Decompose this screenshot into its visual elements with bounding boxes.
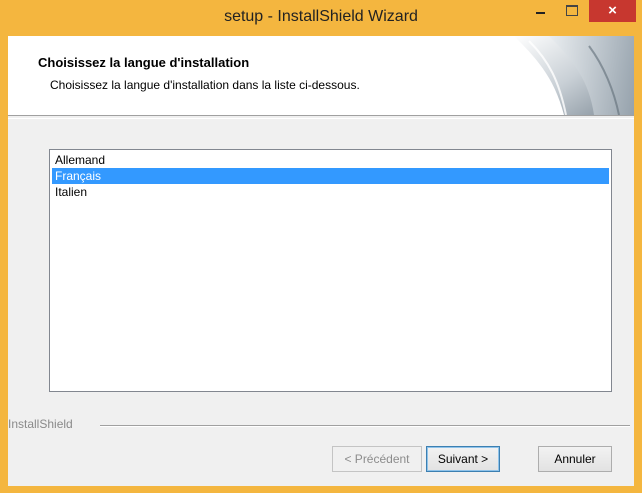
language-option[interactable]: Allemand bbox=[52, 152, 609, 168]
back-button[interactable]: < Précédent bbox=[332, 446, 422, 472]
page-title: Choisissez la langue d'installation bbox=[38, 55, 250, 70]
brand-label: InstallShield bbox=[8, 417, 73, 431]
installer-window: setup - InstallShield Wizard × Choisisse… bbox=[0, 0, 642, 493]
next-button[interactable]: Suivant > bbox=[426, 446, 500, 472]
wizard-body: Choisissez la langue d'installation Choi… bbox=[8, 36, 634, 486]
installshield-logo-graphic bbox=[514, 36, 634, 115]
language-option-selected[interactable]: Français bbox=[52, 168, 609, 184]
language-option[interactable]: Italien bbox=[52, 184, 609, 200]
header-divider bbox=[8, 118, 634, 119]
brand-divider bbox=[100, 425, 630, 427]
close-icon[interactable]: × bbox=[589, 0, 636, 22]
wizard-header: Choisissez la langue d'installation Choi… bbox=[8, 36, 634, 116]
minimize-icon[interactable] bbox=[527, 0, 553, 22]
cancel-button[interactable]: Annuler bbox=[538, 446, 612, 472]
language-listbox[interactable]: Allemand Français Italien bbox=[49, 149, 612, 392]
title-bar[interactable]: setup - InstallShield Wizard × bbox=[0, 0, 642, 36]
maximize-icon[interactable] bbox=[558, 0, 584, 22]
page-subtitle: Choisissez la langue d'installation dans… bbox=[50, 78, 360, 92]
